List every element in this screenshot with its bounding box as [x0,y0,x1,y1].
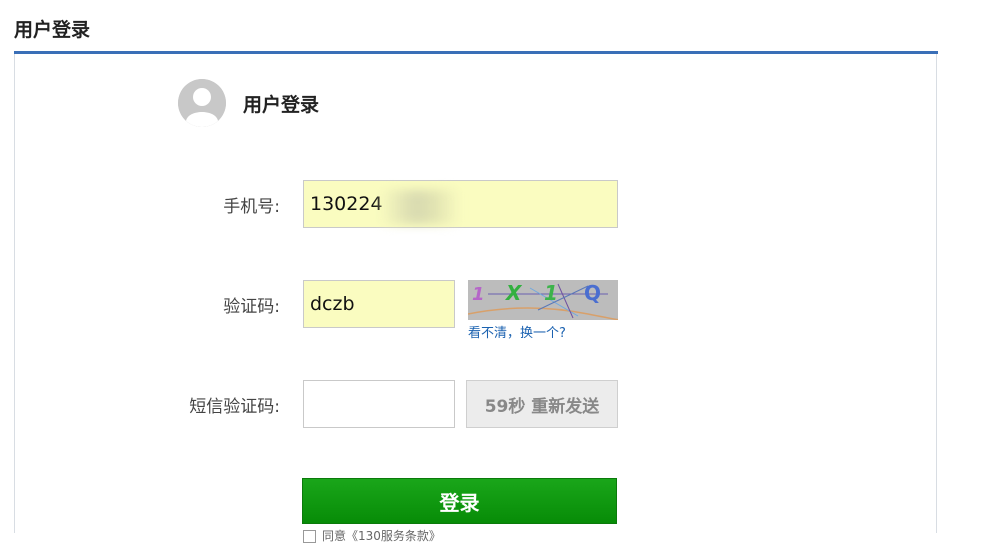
page-title: 用户登录 [14,19,91,41]
resend-sms-button[interactable]: 59秒 重新发送 [466,380,618,428]
login-button[interactable]: 登录 [302,478,617,524]
captcha-char-2: X [504,281,523,305]
agreement-row: 同意《130服务条款》 [303,527,441,543]
agreement-checkbox[interactable] [303,530,316,543]
panel-heading: 用户登录 [243,94,320,116]
user-avatar-icon [178,79,226,127]
redaction-blur [380,190,460,224]
captcha-char-3: 1 [544,281,558,305]
sms-code-label: 短信验证码: [189,397,280,417]
captcha-label: 验证码: [223,297,280,317]
captcha-image[interactable]: 1 X 1 Q [467,280,629,322]
sms-code-input[interactable] [303,380,455,428]
captcha-char-4: Q [584,281,601,305]
captcha-input[interactable] [303,280,455,328]
phone-input[interactable] [303,180,618,228]
phone-label: 手机号: [223,197,280,217]
captcha-char-1: 1 [472,284,485,305]
captcha-refresh-link[interactable]: 看不清，换一个? [468,322,566,341]
agreement-text: 同意《130服务条款》 [322,529,441,543]
